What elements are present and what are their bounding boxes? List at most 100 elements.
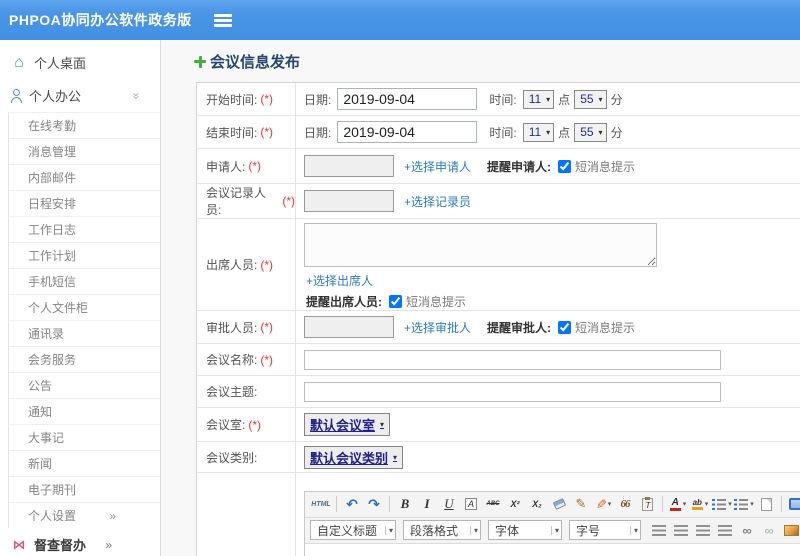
sidebar-item-news[interactable]: 新闻 bbox=[8, 450, 160, 476]
custom-heading-select[interactable]: 自定义标题 ▾ bbox=[310, 520, 396, 540]
sidebar-item-meeting-service[interactable]: 会务服务 bbox=[8, 346, 160, 372]
unordered-list-glyph bbox=[734, 498, 749, 510]
hamburger-menu-icon[interactable] bbox=[213, 14, 232, 27]
choose-applicant-link[interactable]: +选择申请人 bbox=[404, 158, 471, 175]
html-source-icon[interactable] bbox=[311, 494, 331, 514]
required-mark: (*) bbox=[260, 320, 274, 334]
bold-icon[interactable] bbox=[395, 494, 415, 514]
align-right-icon[interactable] bbox=[693, 520, 713, 540]
start-hour-select[interactable]: 11 ▾ bbox=[522, 89, 555, 109]
start-minute-select[interactable]: 55 ▾ bbox=[574, 89, 607, 109]
minute-unit: 分 bbox=[610, 92, 623, 107]
sidebar-item-e-journal[interactable]: 电子期刊 bbox=[8, 476, 160, 502]
format-brush-icon[interactable] bbox=[571, 494, 591, 514]
font-size-select[interactable]: 字号 ▾ bbox=[569, 520, 641, 540]
recorder-input[interactable] bbox=[304, 190, 394, 212]
date-label: 日期: bbox=[304, 92, 332, 107]
sidebar-item-label: 个人桌面 bbox=[34, 56, 87, 71]
attendees-textarea[interactable] bbox=[304, 223, 657, 267]
meeting-room-select[interactable]: 默认会议室 ▾ bbox=[304, 413, 391, 436]
sidebar-item-label: 个人文件柜 bbox=[28, 301, 89, 315]
choose-approver-link[interactable]: +选择审批人 bbox=[404, 319, 471, 336]
new-page-icon[interactable] bbox=[756, 494, 776, 514]
sidebar-item-notice[interactable]: 通知 bbox=[8, 398, 160, 424]
blockquote-icon[interactable] bbox=[615, 494, 635, 514]
page-title-text: 会议信息发布 bbox=[210, 54, 301, 71]
sidebar-item-mobile-sms[interactable]: 手机短信 bbox=[8, 268, 160, 294]
label-text: 申请人: bbox=[206, 159, 246, 174]
required-mark: (*) bbox=[260, 352, 274, 367]
sidebar-item-personal-settings[interactable]: 个人设置 » bbox=[8, 502, 160, 528]
highlight-icon[interactable]: ▾ bbox=[690, 494, 710, 514]
sidebar-item-personal-office[interactable]: 个人办公 » bbox=[0, 79, 160, 112]
sidebar-item-online-attendance[interactable]: 在线考勤 bbox=[8, 112, 160, 138]
paste-as-text-icon[interactable] bbox=[637, 494, 657, 514]
unordered-list-icon[interactable]: ▾ bbox=[734, 494, 754, 514]
choose-recorder-link[interactable]: +选择记录员 bbox=[404, 193, 471, 210]
font-family-select[interactable]: 字体 ▾ bbox=[488, 520, 562, 540]
align-left-icon[interactable] bbox=[649, 520, 669, 540]
link-icon[interactable] bbox=[737, 520, 757, 540]
fullscreen-icon[interactable] bbox=[787, 494, 800, 514]
sidebar-item-personal-desktop[interactable]: 个人桌面 bbox=[0, 46, 160, 79]
sidebar-item-personal-file-cabinet[interactable]: 个人文件柜 bbox=[8, 294, 160, 320]
sidebar-item-supervision[interactable]: 督查督办 » bbox=[0, 528, 160, 556]
sidebar-item-work-log[interactable]: 工作日志 bbox=[8, 216, 160, 242]
inline-style-icon[interactable] bbox=[461, 494, 481, 514]
sidebar: 个人桌面个人办公 » 在线考勤消息管理内部邮件日程安排工作日志工作计划手机短信个人文… bbox=[0, 40, 161, 556]
sidebar-item-label: 个人办公 bbox=[29, 89, 82, 104]
end-hour-select[interactable]: 11 ▾ bbox=[522, 122, 555, 142]
editor-content-area[interactable] bbox=[305, 543, 800, 556]
meeting-name-input[interactable] bbox=[304, 349, 721, 370]
align-justify-icon[interactable] bbox=[715, 520, 735, 540]
sidebar-item-schedule[interactable]: 日程安排 bbox=[8, 190, 160, 216]
form-row-meeting-room: 会议室: (*) 默认会议室 ▾ bbox=[197, 408, 800, 442]
undo-icon[interactable] bbox=[342, 494, 362, 514]
sidebar-item-memorabilia[interactable]: 大事记 bbox=[8, 424, 160, 450]
sidebar-item-contacts[interactable]: 通讯录 bbox=[8, 320, 160, 346]
chevron-down-icon: ▾ bbox=[546, 94, 551, 104]
end-date-input[interactable] bbox=[337, 121, 478, 143]
approver-sms-checkbox[interactable] bbox=[558, 320, 572, 334]
sidebar-item-announcement[interactable]: 公告 bbox=[8, 372, 160, 398]
form-row-approver: 审批人员: (*) +选择审批人 提醒审批人: 短消息提示 bbox=[197, 311, 800, 344]
subscript-icon[interactable] bbox=[527, 494, 547, 514]
field-label: 会议名称: (*) bbox=[197, 344, 296, 375]
image-glyph bbox=[783, 524, 799, 536]
sms-hint-label: 短消息提示 bbox=[575, 320, 636, 335]
toolbar-separator bbox=[389, 496, 390, 512]
approver-input[interactable] bbox=[304, 316, 394, 338]
font-color-icon[interactable]: ▾ bbox=[668, 494, 688, 514]
chevron-down-icon: ▾ bbox=[380, 420, 385, 429]
align-center-icon[interactable] bbox=[671, 520, 691, 540]
sidebar-item-label: 新闻 bbox=[28, 457, 53, 471]
end-minute-select[interactable]: 55 ▾ bbox=[574, 122, 607, 142]
meeting-topic-input[interactable] bbox=[304, 381, 721, 402]
sidebar-item-internal-mail[interactable]: 内部邮件 bbox=[8, 164, 160, 190]
paint-icon[interactable]: ▾ bbox=[593, 494, 613, 514]
image-icon[interactable] bbox=[781, 520, 800, 540]
eraser-icon[interactable] bbox=[549, 494, 569, 514]
redo-icon[interactable] bbox=[364, 494, 384, 514]
select-label: 段落格式 bbox=[410, 523, 459, 538]
attendees-sms-checkbox[interactable] bbox=[389, 295, 402, 308]
unlink-icon[interactable] bbox=[759, 520, 779, 540]
ordered-list-icon[interactable]: ▾ bbox=[712, 494, 732, 514]
superscript-icon[interactable] bbox=[505, 494, 525, 514]
choose-attendees-link[interactable]: +选择出席人 bbox=[306, 272, 373, 289]
label-text: 出席人员: bbox=[206, 258, 258, 272]
sidebar-item-message-management[interactable]: 消息管理 bbox=[8, 138, 160, 164]
sidebar-item-label: 内部邮件 bbox=[28, 171, 77, 185]
app-title: PHPOA协同办公软件政务版 bbox=[9, 12, 192, 28]
chevron-down-icon: ▾ bbox=[550, 525, 559, 535]
meeting-category-select[interactable]: 默认会议类别 ▾ bbox=[304, 445, 404, 469]
sidebar-item-work-plan[interactable]: 工作计划 bbox=[8, 242, 160, 268]
applicant-sms-checkbox[interactable] bbox=[558, 159, 572, 173]
strikethrough-icon[interactable] bbox=[483, 494, 503, 514]
paragraph-format-select[interactable]: 段落格式 ▾ bbox=[403, 520, 481, 540]
applicant-input[interactable] bbox=[304, 155, 394, 177]
underline-icon[interactable] bbox=[439, 494, 459, 514]
italic-icon[interactable] bbox=[417, 494, 437, 514]
hour-unit: 点 bbox=[558, 92, 571, 107]
start-date-input[interactable] bbox=[337, 88, 478, 110]
